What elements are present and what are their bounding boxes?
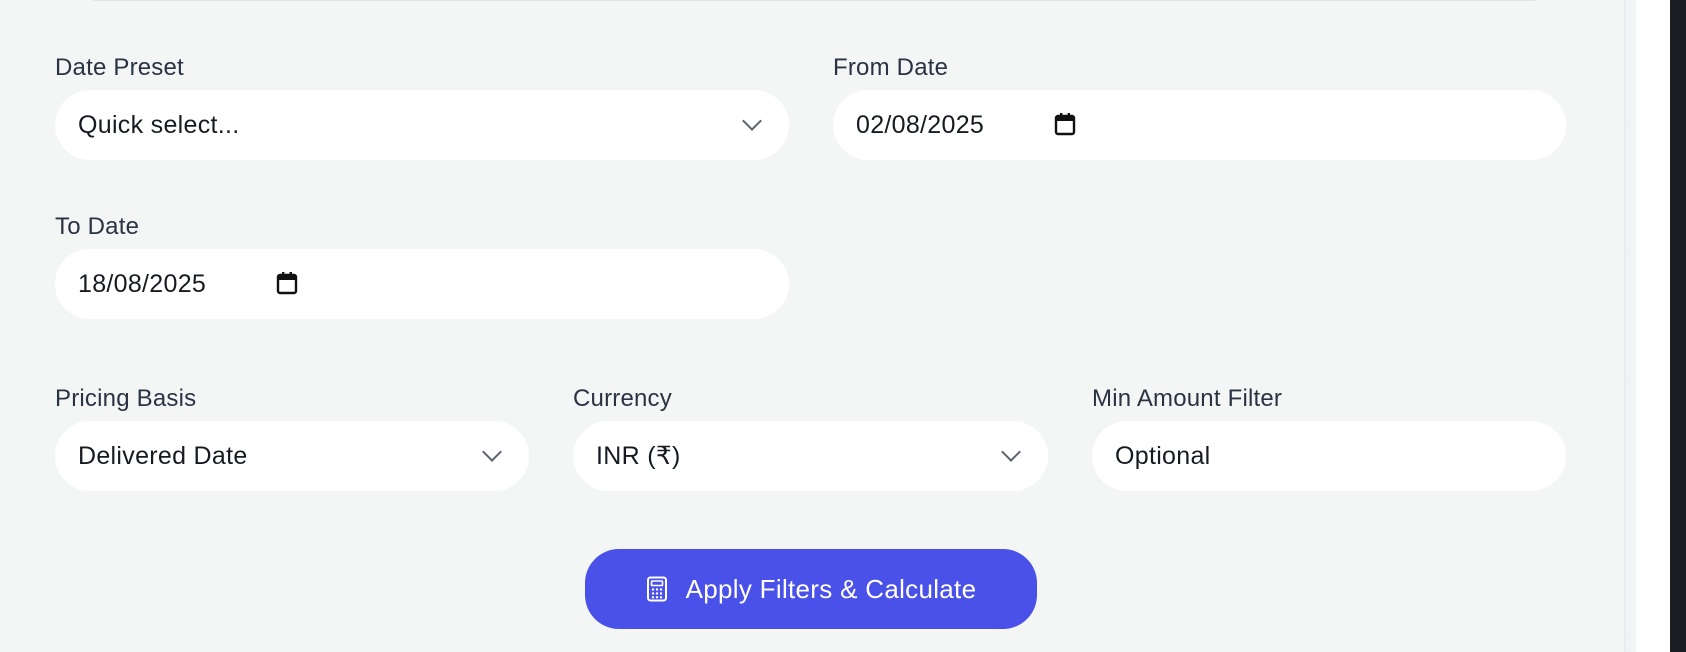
to-date-input[interactable]: 18/08/2025	[55, 249, 789, 319]
currency-value: INR (₹)	[596, 442, 681, 470]
to-date-value: 18/08/2025	[78, 269, 207, 298]
chevron-down-icon	[1001, 442, 1021, 462]
min-amount-field: Min Amount Filter Optional	[1092, 385, 1566, 495]
chevron-down-icon	[482, 442, 502, 462]
pricing-basis-label: Pricing Basis	[55, 385, 197, 412]
currency-select[interactable]: INR (₹)	[573, 421, 1048, 491]
min-amount-input[interactable]: Optional	[1092, 421, 1566, 491]
calendar-icon[interactable]	[1054, 112, 1076, 136]
page-gutter	[1636, 0, 1670, 652]
from-date-field: From Date 02/08/2025	[833, 54, 1566, 164]
calendar-icon[interactable]	[276, 271, 298, 295]
from-date-label: From Date	[833, 54, 949, 81]
pricing-basis-value: Delivered Date	[78, 441, 248, 470]
panel-top-edge	[78, 0, 1550, 1]
pricing-basis-field: Pricing Basis Delivered Date	[55, 385, 529, 495]
date-preset-value: Quick select...	[78, 110, 240, 139]
min-amount-placeholder: Optional	[1115, 441, 1211, 470]
date-preset-select[interactable]: Quick select...	[55, 90, 789, 160]
from-date-value: 02/08/2025	[856, 110, 985, 139]
filters-panel: Date Preset Quick select... From Date 02…	[0, 0, 1624, 652]
currency-field: Currency INR (₹)	[573, 385, 1048, 495]
filters-stage: Date Preset Quick select... From Date 02…	[0, 0, 1686, 652]
to-date-label: To Date	[55, 213, 140, 240]
apply-filters-button[interactable]: Apply Filters & Calculate	[585, 549, 1037, 629]
apply-filters-label: Apply Filters & Calculate	[685, 573, 977, 604]
to-date-field: To Date 18/08/2025	[55, 213, 789, 323]
calculator-icon	[646, 576, 667, 602]
currency-label: Currency	[573, 385, 672, 412]
window-edge	[1670, 0, 1686, 652]
date-preset-field: Date Preset Quick select...	[55, 54, 789, 164]
pricing-basis-select[interactable]: Delivered Date	[55, 421, 529, 491]
min-amount-label: Min Amount Filter	[1092, 385, 1283, 412]
date-preset-label: Date Preset	[55, 54, 184, 81]
chevron-down-icon	[742, 111, 762, 131]
from-date-input[interactable]: 02/08/2025	[833, 90, 1566, 160]
